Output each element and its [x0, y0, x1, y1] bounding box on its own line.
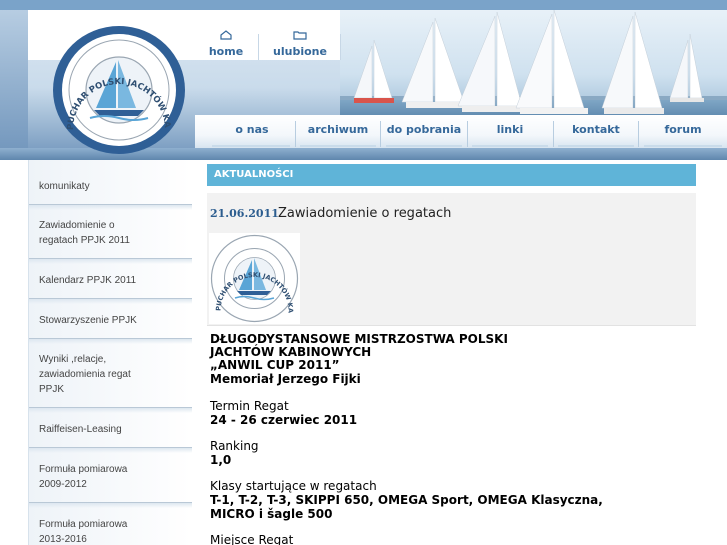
- news-logo-image: PUCHAR POLSKI JACHTÓW KABINOWYCH: [205, 227, 300, 324]
- klasy-label: Klasy startujące w regatach: [210, 479, 377, 493]
- sailboat-3: [457, 11, 526, 112]
- nav-home-label: home: [208, 45, 244, 58]
- nav-do-pobrania[interactable]: do pobrania: [382, 122, 466, 144]
- sidebar-divider-shadow: [29, 339, 192, 344]
- top-nav-divider: [340, 34, 341, 60]
- sidebar-item-raiffeisen[interactable]: Raiffeisen-Leasing: [39, 422, 189, 437]
- nav-favorites-label: ulubione: [273, 45, 327, 58]
- sailboat-2: [401, 17, 468, 108]
- main-nav-divider: [295, 121, 296, 147]
- site-header: PUCHAR POLSKI JACHTÓW KABINOWYCH home ul…: [0, 0, 727, 160]
- nav-underline: [472, 145, 548, 147]
- sailboat-6: [669, 33, 704, 102]
- news-date: 21.06.2011: [210, 207, 279, 220]
- sidebar-divider-shadow: [29, 259, 192, 264]
- main-nav-divider: [467, 121, 468, 147]
- sailboat-1: [353, 39, 394, 103]
- nav-o-nas[interactable]: o nas: [210, 122, 294, 144]
- sailboat-5: [601, 11, 664, 114]
- nav-forum[interactable]: forum: [642, 122, 724, 144]
- section-title: AKTUALNOŚCI: [214, 169, 294, 180]
- ppjk-logo-icon: PUCHAR POLSKI JACHTÓW KABINOWYCH: [45, 15, 185, 154]
- termin-value: 24 - 26 czerwiec 2011: [210, 413, 358, 427]
- folder-icon: [293, 31, 307, 40]
- nav-kontakt[interactable]: kontakt: [556, 122, 636, 144]
- ranking-label: Ranking: [210, 439, 259, 453]
- sidebar-item-wyniki[interactable]: Wyniki ,relacje, zawiadomienia regat PPJ…: [39, 352, 139, 397]
- sidebar-divider-shadow: [29, 205, 192, 210]
- miejsce-label: Miejsce Regat: [210, 533, 294, 545]
- nav-underline: [386, 145, 462, 147]
- sidebar-item-kalendarz[interactable]: Kalendarz PPJK 2011: [39, 273, 189, 288]
- main-nav-divider: [638, 121, 639, 147]
- nav-home-link[interactable]: home: [196, 30, 256, 58]
- klasy-value-line-1: T-1, T-2, T-3, SKIPPI 650, OMEGA Sport, …: [210, 493, 603, 507]
- section-title-bar: AKTUALNOŚCI: [207, 164, 696, 186]
- sidebar-item-formula-2013[interactable]: Formuła pomiarowa 2013-2016: [39, 517, 139, 545]
- nav-underline: [212, 145, 290, 147]
- nav-underline: [558, 145, 634, 147]
- nav-archiwum[interactable]: archiwum: [298, 122, 378, 144]
- sidebar-item-komunikaty[interactable]: komunikaty: [39, 179, 189, 194]
- header-top-band: [0, 0, 727, 10]
- sidebar: komunikaty Zawiadomienie o regatach PPJK…: [28, 160, 192, 545]
- sidebar-item-zawiadomienie[interactable]: Zawiadomienie o regatach PPJK 2011: [39, 218, 139, 248]
- sailboat-4: [515, 10, 588, 114]
- header-left-strip: [0, 10, 28, 160]
- event-heading-line-4: Memoriał Jerzego Fijki: [210, 372, 361, 386]
- main-nav-divider: [553, 121, 554, 147]
- nav-favorites-link[interactable]: ulubione: [262, 30, 338, 58]
- sidebar-divider-shadow: [29, 299, 192, 304]
- klasy-value-line-2: MICRO i šagle 500: [210, 507, 333, 521]
- sailboats-banner: [340, 10, 727, 114]
- ppjk-logo-icon: PUCHAR POLSKI JACHTÓW KABINOWYCH: [205, 227, 299, 323]
- sidebar-item-formula-2009[interactable]: Formuła pomiarowa 2009-2012: [39, 462, 139, 492]
- main-nav-divider: [380, 121, 381, 147]
- site-logo[interactable]: PUCHAR POLSKI JACHTÓW KABINOWYCH: [45, 15, 188, 158]
- sidebar-item-stowarzyszenie[interactable]: Stowarzyszenie PPJK: [39, 313, 189, 328]
- top-nav-divider: [258, 34, 259, 60]
- termin-label: Termin Regat: [210, 399, 289, 413]
- sidebar-divider-shadow: [29, 503, 192, 508]
- nav-linki[interactable]: linki: [470, 122, 550, 144]
- nav-underline: [644, 145, 722, 147]
- nav-underline: [300, 145, 376, 147]
- event-heading-line-3: „ANWIL CUP 2011”: [210, 358, 340, 372]
- sidebar-divider-shadow: [29, 448, 192, 453]
- home-icon: [220, 30, 232, 40]
- sidebar-divider-shadow: [29, 408, 192, 413]
- ranking-value: 1,0: [210, 453, 232, 467]
- news-title-link[interactable]: Zawiadomienie o regatach: [278, 206, 451, 221]
